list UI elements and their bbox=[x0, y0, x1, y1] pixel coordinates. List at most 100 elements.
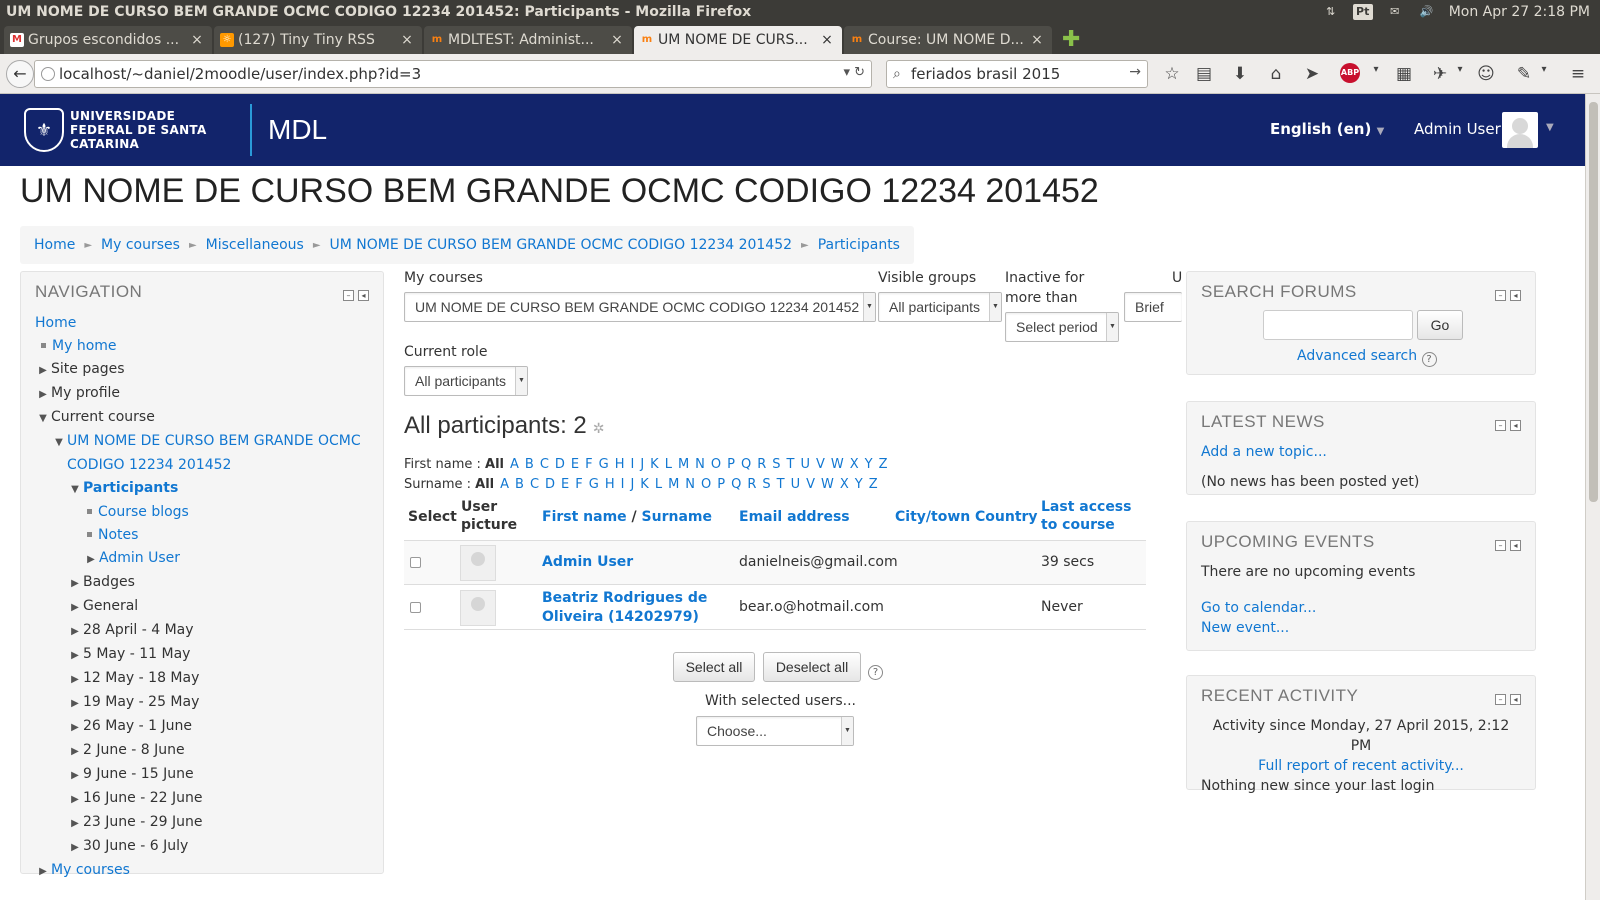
surname-initial-o[interactable]: O bbox=[701, 477, 711, 492]
dock-block-icon[interactable]: ◂ bbox=[358, 290, 369, 301]
help-icon[interactable]: ? bbox=[1421, 352, 1437, 367]
expand-icon[interactable]: ▶ bbox=[67, 740, 83, 763]
new-tab-icon[interactable]: ✚ bbox=[1062, 26, 1080, 54]
surname-initial-q[interactable]: Q bbox=[731, 477, 741, 492]
reload-icon[interactable]: ▾ ↻ bbox=[843, 65, 865, 80]
dock-block-icon[interactable]: ◂ bbox=[1510, 290, 1521, 301]
site-identity-icon[interactable] bbox=[41, 67, 55, 81]
sort-city[interactable]: City/town bbox=[895, 508, 970, 526]
firstname-initial-s[interactable]: S bbox=[772, 457, 780, 472]
nav-course-name-line2[interactable]: CODIGO 12234 201452 bbox=[67, 457, 231, 473]
firstname-initial-t[interactable]: T bbox=[787, 457, 795, 472]
home-icon[interactable]: ⌂ bbox=[1264, 64, 1288, 84]
clock[interactable]: Mon Apr 27 2:18 PM bbox=[1449, 4, 1590, 20]
firstname-initial-w[interactable]: W bbox=[831, 457, 844, 472]
nav-week[interactable]: 2 June - 8 June bbox=[83, 742, 185, 758]
expand-icon[interactable]: ▶ bbox=[67, 692, 83, 715]
firstname-initial-y[interactable]: Y bbox=[865, 457, 873, 472]
nav-week[interactable]: 5 May - 11 May bbox=[83, 646, 190, 662]
surname-initial-v[interactable]: V bbox=[806, 477, 815, 492]
search-bar[interactable]: ⌕ feriados brasil 2015 → bbox=[886, 60, 1148, 88]
user-menu[interactable]: Admin User bbox=[1414, 120, 1501, 138]
user-list-select[interactable]: Brief bbox=[1124, 292, 1182, 322]
sort-last-access[interactable]: Last access to course bbox=[1041, 498, 1131, 534]
firstname-initial-e[interactable]: E bbox=[571, 457, 579, 472]
surname-initial-y[interactable]: Y bbox=[855, 477, 863, 492]
network-icon[interactable]: ⇅ bbox=[1321, 4, 1341, 20]
dock-block-icon[interactable]: ◂ bbox=[1510, 420, 1521, 431]
surname-initial-w[interactable]: W bbox=[821, 477, 834, 492]
breadcrumb-my-courses[interactable]: My courses bbox=[101, 237, 180, 253]
expand-icon[interactable]: ▶ bbox=[67, 668, 83, 691]
full-report-link[interactable]: Full report of recent activity... bbox=[1258, 758, 1464, 774]
advanced-search-link[interactable]: Advanced search ? bbox=[1297, 348, 1437, 367]
avatar[interactable] bbox=[1502, 112, 1538, 148]
surname-initial-p[interactable]: P bbox=[717, 477, 725, 492]
firstname-initial-d[interactable]: D bbox=[555, 457, 565, 472]
close-tab-icon[interactable]: × bbox=[610, 32, 624, 48]
sort-firstname[interactable]: First name bbox=[542, 509, 627, 525]
chat-icon[interactable]: ☺ bbox=[1474, 64, 1498, 84]
sort-country[interactable]: Country bbox=[975, 508, 1038, 526]
site-logo[interactable]: ⚜ UNIVERSIDADE FEDERAL DE SANTA CATARINA… bbox=[24, 104, 327, 156]
firstname-initial-j[interactable]: J bbox=[640, 457, 644, 472]
browser-tab[interactable]: m Course: UM NOME D... × bbox=[844, 26, 1052, 54]
firstname-initial-a[interactable]: A bbox=[510, 457, 519, 472]
expand-icon[interactable]: ▶ bbox=[67, 596, 83, 619]
url-bar[interactable]: localhost/~daniel/2moodle/user/index.php… bbox=[34, 60, 872, 88]
scrollbar-thumb[interactable] bbox=[1589, 102, 1598, 502]
nav-week[interactable]: 19 May - 25 May bbox=[83, 694, 199, 710]
collapse-icon[interactable]: ▼ bbox=[51, 431, 67, 454]
nav-course-name[interactable]: UM NOME DE CURSO BEM GRANDE OCMC bbox=[67, 433, 361, 449]
language-menu[interactable]: English (en) ▼ bbox=[1270, 120, 1384, 138]
firstname-initial-f[interactable]: F bbox=[585, 457, 592, 472]
keyboard-layout-indicator[interactable]: Pt bbox=[1352, 4, 1373, 20]
row-select-checkbox[interactable] bbox=[410, 557, 421, 568]
surname-initial-g[interactable]: G bbox=[589, 477, 599, 492]
surname-initial-f[interactable]: F bbox=[575, 477, 582, 492]
surname-initial-j[interactable]: J bbox=[630, 477, 634, 492]
nav-my-home[interactable]: My home bbox=[52, 338, 117, 354]
dock-block-icon[interactable]: ◂ bbox=[1510, 540, 1521, 551]
nav-week[interactable]: 9 June - 15 June bbox=[83, 766, 194, 782]
current-role-select[interactable]: All participants ▼ bbox=[404, 366, 528, 396]
mail-icon[interactable]: ✉ bbox=[1385, 4, 1405, 20]
new-event-link[interactable]: New event... bbox=[1201, 620, 1289, 636]
collapse-block-icon[interactable]: – bbox=[1495, 540, 1506, 551]
nav-admin-user[interactable]: Admin User bbox=[99, 550, 180, 566]
page-scrollbar[interactable] bbox=[1585, 94, 1600, 900]
expand-icon[interactable]: ▶ bbox=[67, 788, 83, 811]
extension-menu-icon[interactable]: ▾ bbox=[1448, 64, 1472, 75]
firstname-initial-u[interactable]: U bbox=[800, 457, 810, 472]
expand-icon[interactable]: ▶ bbox=[67, 836, 83, 859]
firstname-initial-m[interactable]: M bbox=[678, 457, 689, 472]
nav-week[interactable]: 26 May - 1 June bbox=[83, 718, 192, 734]
expand-icon[interactable]: ▶ bbox=[67, 716, 83, 739]
nav-home[interactable]: Home bbox=[35, 315, 76, 331]
firstname-initial-r[interactable]: R bbox=[757, 457, 766, 472]
browser-tab-active[interactable]: m UM NOME DE CURS... × bbox=[634, 26, 842, 54]
expand-icon[interactable]: ▶ bbox=[35, 359, 51, 382]
surname-initial-r[interactable]: R bbox=[747, 477, 756, 492]
nav-week[interactable]: 16 June - 22 June bbox=[83, 790, 202, 806]
browser-tab[interactable]: m MDLTEST: Administ... × bbox=[424, 26, 632, 54]
expand-icon[interactable]: ▶ bbox=[83, 548, 99, 571]
nav-participants[interactable]: Participants bbox=[83, 480, 178, 496]
surname-initial-t[interactable]: T bbox=[777, 477, 785, 492]
surname-initial-x[interactable]: X bbox=[840, 477, 849, 492]
expand-icon[interactable]: ▶ bbox=[67, 620, 83, 643]
firstname-initial-b[interactable]: B bbox=[525, 457, 534, 472]
menu-icon[interactable]: ≡ bbox=[1566, 64, 1590, 84]
breadcrumb-home[interactable]: Home bbox=[34, 237, 75, 253]
help-icon[interactable]: ? bbox=[868, 665, 883, 680]
breadcrumb-course[interactable]: UM NOME DE CURSO BEM GRANDE OCMC CODIGO … bbox=[330, 237, 793, 253]
close-tab-icon[interactable]: × bbox=[190, 32, 204, 48]
surname-initial-u[interactable]: U bbox=[791, 477, 801, 492]
adblock-menu-icon[interactable]: ▾ bbox=[1364, 64, 1388, 75]
row-select-checkbox[interactable] bbox=[410, 602, 421, 613]
close-tab-icon[interactable]: × bbox=[400, 32, 414, 48]
inactive-period-select[interactable]: Select period ▼ bbox=[1005, 312, 1119, 342]
nav-my-profile[interactable]: My profile bbox=[51, 385, 120, 401]
close-tab-icon[interactable]: × bbox=[1030, 32, 1044, 48]
collapse-icon[interactable]: ▼ bbox=[67, 478, 83, 501]
